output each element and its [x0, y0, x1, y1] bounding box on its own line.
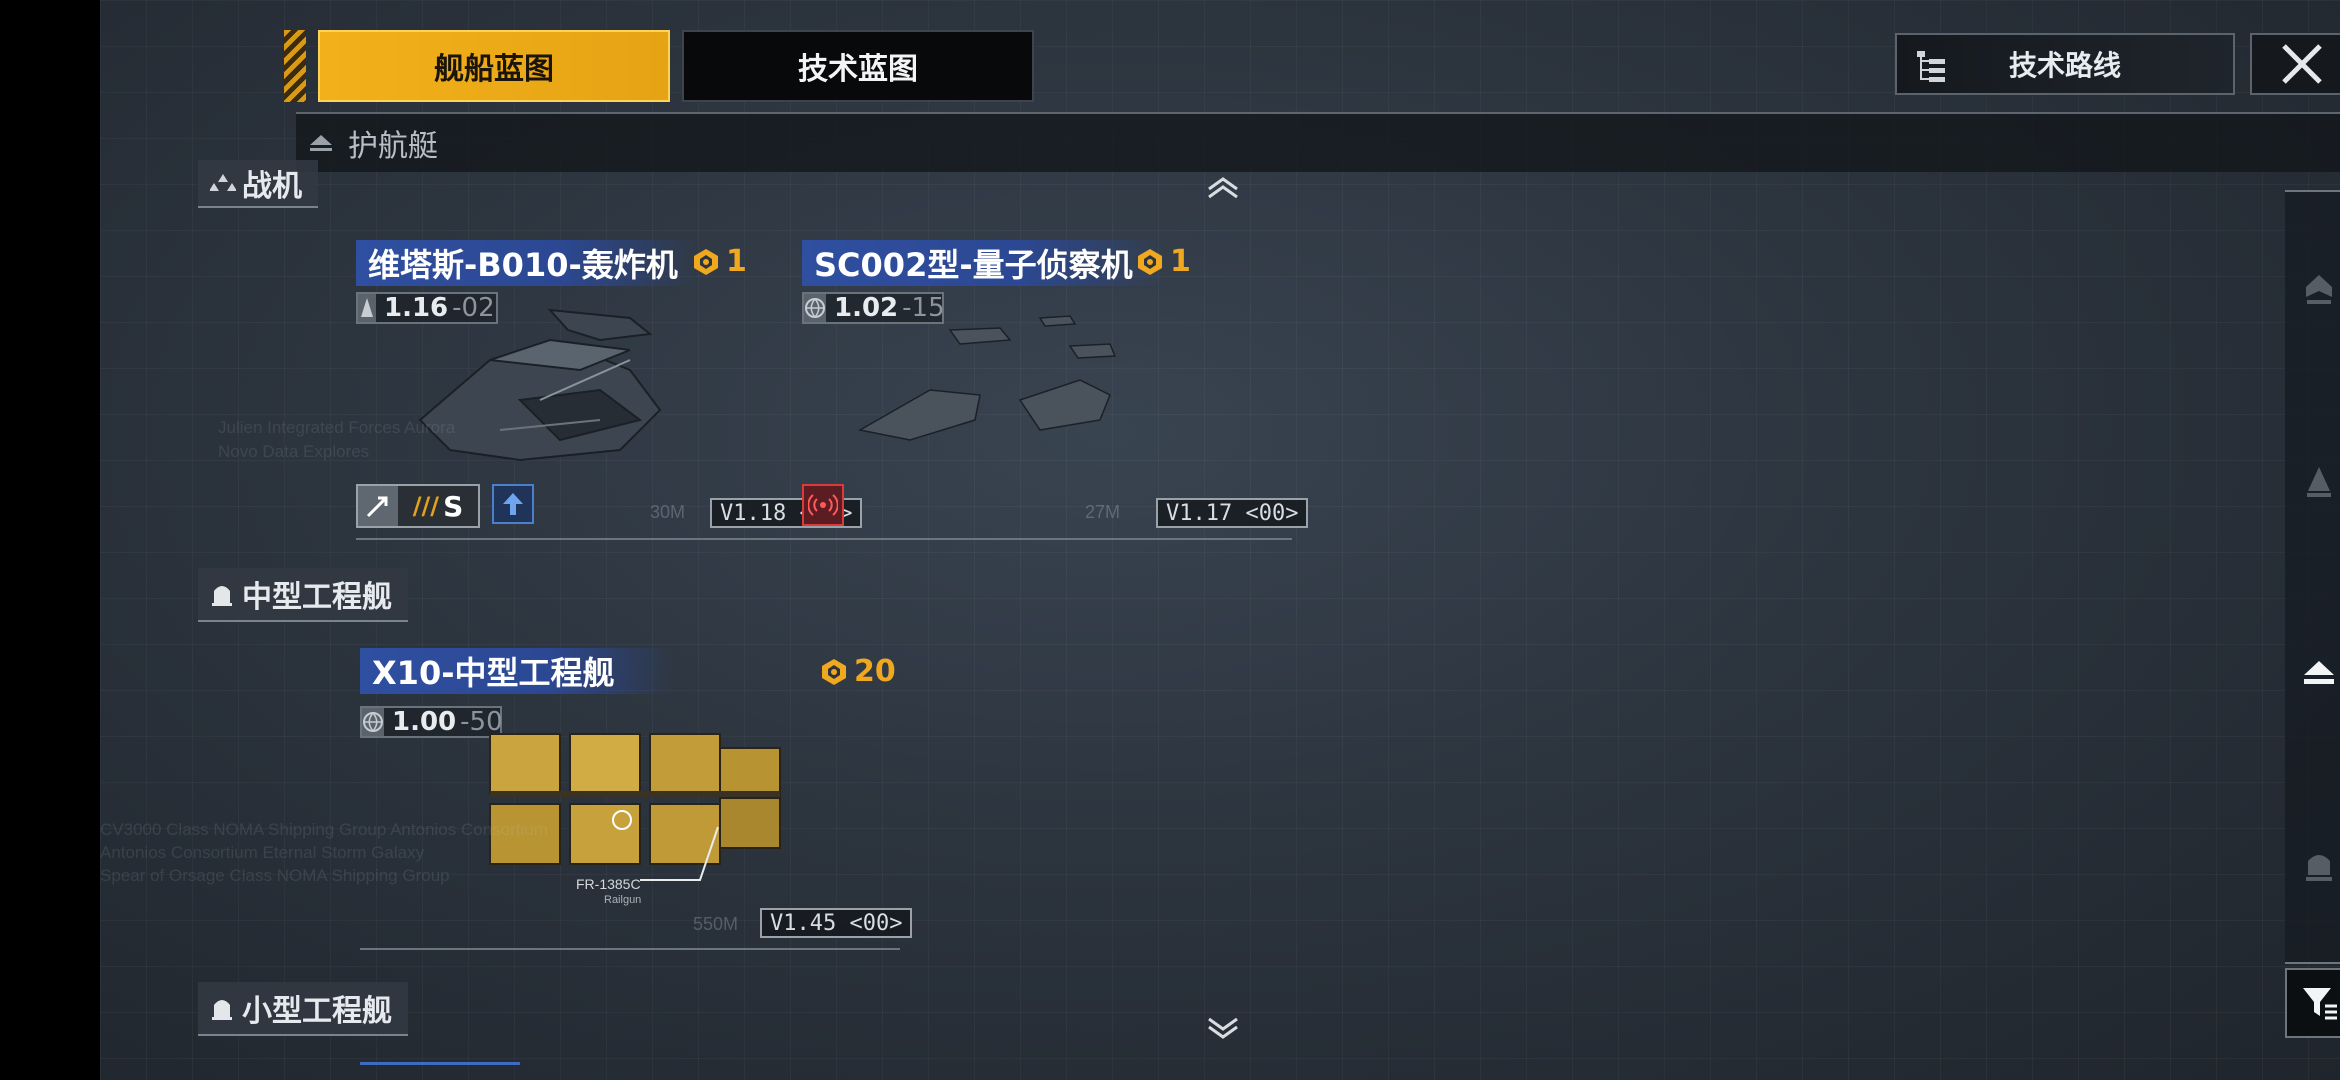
ship-cost-value: 1	[726, 244, 747, 279]
section-label: 小型工程舰	[242, 994, 392, 1029]
filter-button[interactable]	[2285, 968, 2340, 1038]
engineering-rail-icon	[2306, 855, 2332, 881]
category-ship-icon	[310, 135, 332, 151]
rail-item-capital[interactable]	[2285, 250, 2340, 330]
role-badge-letter: S	[443, 489, 464, 523]
ship-version: V1.17 <00>	[1156, 498, 1309, 528]
rail-item-escort[interactable]	[2285, 634, 2340, 714]
cost-icon	[694, 248, 718, 275]
chevron-up-icon[interactable]	[1206, 176, 1240, 200]
tab-ship-blueprint[interactable]: 舰船蓝图	[318, 30, 670, 102]
category-label: 护航艇	[348, 129, 438, 164]
section-fighters[interactable]: 战机	[198, 160, 318, 208]
filter-icon	[2303, 988, 2337, 1020]
next-card-hint	[360, 1062, 520, 1065]
ship-cost: 1	[1136, 244, 1191, 279]
tech-route-button[interactable]: 技术路线	[1895, 33, 2235, 95]
tech-route-icon	[1915, 49, 1949, 90]
close-button[interactable]	[2250, 33, 2340, 95]
rail-item-engineering[interactable]	[2285, 826, 2340, 906]
card-baseline	[802, 538, 1292, 540]
ship-name: X10-中型工程舰	[360, 648, 672, 694]
ship-class-rail	[2285, 190, 2340, 964]
background-text: CV3000 Class NOMA Shipping Group Antonio…	[100, 820, 548, 839]
arrow-up-icon	[503, 493, 523, 515]
scout-ship-image	[857, 315, 1117, 441]
globe-icon	[804, 294, 826, 322]
ship-name: 维塔斯-B010-轰炸机	[356, 240, 698, 286]
tech-route-label: 技术路线	[2008, 49, 2121, 82]
section-small-engineering[interactable]: 小型工程舰	[198, 982, 408, 1036]
section-label: 战机	[242, 169, 302, 204]
globe-icon	[362, 708, 384, 736]
card-baseline	[356, 538, 846, 540]
ship-range: 550M	[693, 914, 739, 934]
escort-icon	[2304, 661, 2334, 684]
ship-card-scout[interactable]: SC002型-量子侦察机	[802, 240, 1164, 286]
stat-main: 1.00	[392, 707, 457, 737]
capital-ship-icon	[2306, 275, 2332, 304]
section-label: 中型工程舰	[242, 580, 392, 615]
category-bar[interactable]: 护航艇	[296, 112, 2340, 172]
background-text: Spear of Orsage Class NOMA Shipping Grou…	[100, 866, 450, 885]
rank-stripes-icon: ///	[412, 492, 440, 520]
role-badge: ///S	[356, 484, 480, 528]
engineering-ship-icon	[212, 1000, 232, 1020]
background-text: Novo Data Explores	[218, 442, 370, 461]
signal-badge	[802, 484, 844, 526]
module-sub: Railgun	[604, 894, 642, 906]
ship-range: 27M	[1085, 502, 1121, 522]
speed-icon	[358, 294, 376, 322]
ship-cost-value: 1	[1170, 244, 1191, 279]
module-label: FR-1385C	[576, 876, 641, 892]
tab-tech-blueprint[interactable]: 技术蓝图	[682, 30, 1034, 102]
fighter-rail-icon	[2307, 467, 2331, 497]
rail-item-fighter[interactable]	[2285, 442, 2340, 522]
ship-cost-value: 20	[854, 654, 896, 689]
fighter-section-icon	[210, 174, 236, 191]
ship-cost: 1	[692, 244, 747, 279]
cost-icon	[822, 658, 846, 685]
background-text: Julien Integrated Forces Aurora	[218, 418, 456, 437]
module-callout-line	[640, 826, 719, 881]
ship-name: SC002型-量子侦察机	[802, 240, 1164, 286]
chevron-down-icon[interactable]	[1206, 1016, 1240, 1040]
ship-card-bomber[interactable]: 维塔斯-B010-轰炸机	[356, 240, 698, 286]
bomber-role-icon	[358, 486, 398, 526]
ship-cost: 20	[820, 654, 896, 689]
engineering-ship-icon	[212, 586, 232, 606]
signal-icon	[808, 494, 838, 516]
close-icon	[2282, 44, 2322, 84]
ship-version: V1.45 <00>	[760, 908, 913, 938]
bomber-ship-image	[418, 308, 662, 462]
section-medium-engineering[interactable]: 中型工程舰	[198, 568, 408, 622]
ship-card-engineering[interactable]: X10-中型工程舰	[360, 648, 672, 694]
tab-accent-stripes	[284, 30, 306, 102]
upgrade-badge	[492, 484, 534, 524]
cost-icon	[1138, 248, 1162, 275]
card-baseline	[360, 948, 900, 950]
game-screen: 舰船蓝图 技术蓝图 技术路线 护航艇 战机 维塔斯-B010-轰炸机 1 1.1…	[100, 0, 2340, 1080]
ship-range: 30M	[650, 502, 686, 522]
bomber-badges: ///S	[356, 484, 534, 528]
background-text: Antonios Consortium Eternal Storm Galaxy	[100, 843, 425, 862]
